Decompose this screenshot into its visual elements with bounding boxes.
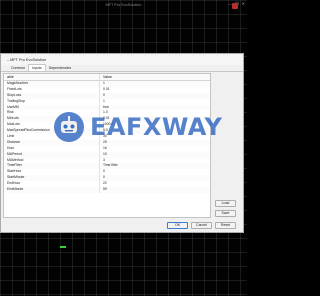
table-body: MagicNumber 1 FixedLots 0.01 StopLoss 0 Traili… — [4, 81, 210, 193]
cancel-button[interactable]: Cancel — [191, 222, 212, 229]
app-titlebar: MFT Pro EvoSolution — [0, 0, 247, 9]
save-button[interactable]: Save — [215, 210, 236, 217]
load-button[interactable]: Load — [215, 200, 236, 207]
close-icon[interactable]: ✕ — [242, 1, 245, 6]
tab-dependencies[interactable]: Dependencies — [46, 65, 74, 71]
tab-about[interactable] — [1, 65, 8, 71]
dialog-tabs: Common Inputs Dependencies — [1, 64, 243, 72]
table-row[interactable]: EndMinute 59 — [4, 187, 210, 193]
input-value[interactable]: 59 — [100, 187, 210, 193]
tab-inputs[interactable]: Inputs — [28, 64, 46, 71]
reset-button[interactable]: Reset — [215, 222, 236, 229]
ea-properties-dialog: – MFT Pro EvoSolution Common Inputs Depe… — [0, 53, 244, 233]
table-header: able Value — [4, 74, 210, 81]
column-header-value[interactable]: Value — [100, 74, 210, 80]
alert-marker-icon — [232, 3, 238, 9]
input-name: EndMinute — [4, 187, 100, 193]
column-header-variable[interactable]: able — [4, 74, 100, 80]
ok-button[interactable]: OK — [167, 222, 188, 229]
tab-common[interactable]: Common — [8, 65, 28, 71]
inputs-table: able Value MagicNumber 1 FixedLots 0.01 Stop… — [3, 73, 211, 218]
price-line-marker — [60, 246, 66, 248]
app-title: MFT Pro EvoSolution — [105, 2, 142, 7]
